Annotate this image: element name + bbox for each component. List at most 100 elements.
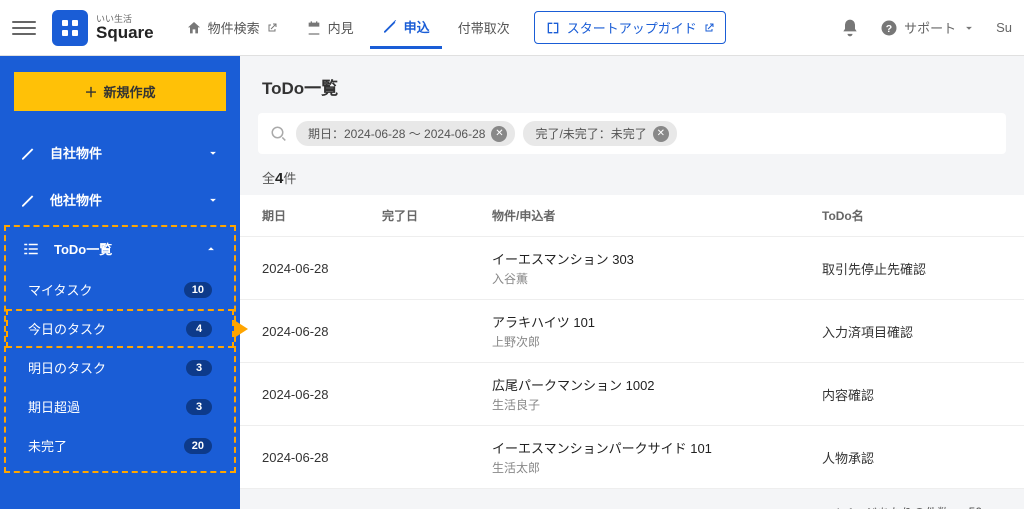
cell-property: イーエスマンション 303 入谷薫 [492, 249, 822, 287]
applicant-name: 入谷薫 [492, 270, 822, 287]
table-row[interactable]: 2024-06-28 アラキハイツ 101 上野次郎入力済項目確認 [240, 300, 1024, 363]
pager: 1ページあたりの件数: 50 [240, 489, 1024, 509]
todo-highlight-box: ToDo一覧 マイタスク 10 今日のタスク 4 明日のタスク 3 期日超過 3 [4, 225, 236, 473]
table-row[interactable]: 2024-06-28 広尾パークマンション 1002 生活良子内容確認 [240, 363, 1024, 426]
property-name: 広尾パークマンション 1002 [492, 375, 822, 394]
sidebar-item-overdue[interactable]: 期日超過 3 [6, 387, 234, 426]
sub-label: マイタスク [28, 280, 184, 299]
cell-property: アラキハイツ 101 上野次郎 [492, 312, 822, 350]
sub-label: 明日のタスク [28, 358, 186, 377]
count-badge: 20 [184, 438, 212, 454]
chip-label: 期日：2024-06-28 ～ 2024-06-28 [308, 125, 485, 142]
sidebar: ＋ 新規作成 自社物件 他社物件 ToDo一覧 マイタスク 10 今日のタスク [0, 56, 240, 509]
col-due[interactable]: 期日 [262, 207, 382, 224]
cell-todo: 入力済項目確認 [822, 322, 1002, 341]
bell-icon[interactable] [840, 18, 860, 38]
pointer-icon [234, 320, 248, 338]
sidebar-section-other[interactable]: 他社物件 [0, 176, 240, 223]
feather-icon [20, 145, 36, 161]
section-label: 他社物件 [50, 190, 206, 209]
external-icon [703, 22, 715, 34]
support-label: サポート [904, 18, 956, 37]
cell-due: 2024-06-28 [262, 324, 382, 339]
logo[interactable]: いい生活 Square [52, 10, 154, 46]
todo-table: 期日 完了日 物件/申込者 ToDo名 2024-06-28 イーエスマンション … [240, 195, 1024, 489]
section-label: ToDo一覧 [54, 239, 204, 258]
logo-title: Square [96, 24, 154, 41]
pager-label: 1ページあたりの件数: [835, 504, 953, 509]
page-title: ToDo一覧 [240, 56, 1024, 113]
cell-due: 2024-06-28 [262, 261, 382, 276]
cell-todo: 内容確認 [822, 385, 1002, 404]
sub-label: 今日のタスク [28, 319, 186, 338]
count-badge: 10 [184, 282, 212, 298]
cell-due: 2024-06-28 [262, 450, 382, 465]
close-icon[interactable]: ✕ [491, 126, 507, 142]
sidebar-section-todo[interactable]: ToDo一覧 [6, 227, 234, 270]
chip-label: 完了/未完了：未完了 [535, 125, 646, 142]
logo-mark-icon [52, 10, 88, 46]
chevron-up-icon [204, 242, 218, 256]
cell-todo: 人物承認 [822, 448, 1002, 467]
list-icon [22, 240, 40, 258]
nav-label: 付帯取次 [458, 18, 510, 37]
page-size-select[interactable]: 50 [965, 503, 1002, 509]
user-initial[interactable]: Su [996, 20, 1012, 35]
col-done[interactable]: 完了日 [382, 207, 492, 224]
startup-guide-button[interactable]: スタートアップガイド [534, 11, 726, 44]
col-todo[interactable]: ToDo名 [822, 207, 1002, 224]
cell-property: 広尾パークマンション 1002 生活良子 [492, 375, 822, 413]
search-bar[interactable]: 期日：2024-06-28 ～ 2024-06-28 ✕ 完了/未完了：未完了 … [258, 113, 1006, 154]
cell-due: 2024-06-28 [262, 387, 382, 402]
plus-icon: ＋ [84, 82, 97, 101]
nav-label: 申込 [404, 17, 430, 36]
cell-todo: 取引先停止先確認 [822, 259, 1002, 278]
table-row[interactable]: 2024-06-28 イーエスマンション 303 入谷薫取引先停止先確認 [240, 237, 1024, 300]
applicant-name: 生活太郎 [492, 459, 822, 476]
search-icon [270, 125, 288, 143]
cell-property: イーエスマンションパークサイド 101 生活太郎 [492, 438, 822, 476]
count-badge: 3 [186, 399, 212, 415]
startup-label: スタートアップガイド [567, 18, 697, 37]
nav-property-search[interactable]: 物件検索 [174, 8, 290, 47]
property-name: アラキハイツ 101 [492, 312, 822, 331]
count-badge: 4 [186, 321, 212, 337]
new-create-button[interactable]: ＋ 新規作成 [14, 72, 226, 111]
sidebar-item-today[interactable]: 今日のタスク 4 [6, 309, 234, 348]
sidebar-item-incomplete[interactable]: 未完了 20 [6, 426, 234, 465]
support-menu[interactable]: ? サポート [880, 18, 976, 37]
main-content: ToDo一覧 期日：2024-06-28 ～ 2024-06-28 ✕ 完了/未… [240, 56, 1024, 509]
table-row[interactable]: 2024-06-28 イーエスマンションパークサイド 101 生活太郎人物承認 [240, 426, 1024, 489]
sub-label: 未完了 [28, 436, 184, 455]
sidebar-item-mytask[interactable]: マイタスク 10 [6, 270, 234, 309]
applicant-name: 上野次郎 [492, 333, 822, 350]
chevron-down-icon [206, 193, 220, 207]
nav-ancillary[interactable]: 付帯取次 [446, 8, 522, 47]
feather-icon [20, 192, 36, 208]
sidebar-section-own[interactable]: 自社物件 [0, 129, 240, 176]
applicant-name: 生活良子 [492, 396, 822, 413]
filter-chip-status[interactable]: 完了/未完了：未完了 ✕ [523, 121, 676, 146]
close-icon[interactable]: ✕ [653, 126, 669, 142]
table-header: 期日 完了日 物件/申込者 ToDo名 [240, 195, 1024, 237]
nav-label: 内見 [328, 18, 354, 37]
page-size-value: 50 [969, 505, 982, 509]
property-name: イーエスマンションパークサイド 101 [492, 438, 822, 457]
nav-viewing[interactable]: 内見 [294, 8, 366, 47]
col-property[interactable]: 物件/申込者 [492, 207, 822, 224]
sub-label: 期日超過 [28, 397, 186, 416]
sidebar-item-tomorrow[interactable]: 明日のタスク 3 [6, 348, 234, 387]
top-nav: 物件検索 内見 申込 付帯取次 スタートアップガイド [174, 7, 726, 49]
property-name: イーエスマンション 303 [492, 249, 822, 268]
chevron-down-icon [962, 21, 976, 35]
nav-application[interactable]: 申込 [370, 7, 442, 49]
header: いい生活 Square 物件検索 内見 申込 付帯取次 スタートアップガイド [0, 0, 1024, 56]
external-icon [266, 22, 278, 34]
result-count: 全4件 [240, 168, 1024, 195]
new-label: 新規作成 [104, 82, 156, 101]
chevron-down-icon [206, 146, 220, 160]
filter-chip-date[interactable]: 期日：2024-06-28 ～ 2024-06-28 ✕ [296, 121, 515, 146]
svg-text:?: ? [886, 22, 892, 34]
nav-label: 物件検索 [208, 18, 260, 37]
menu-icon[interactable] [12, 16, 36, 40]
